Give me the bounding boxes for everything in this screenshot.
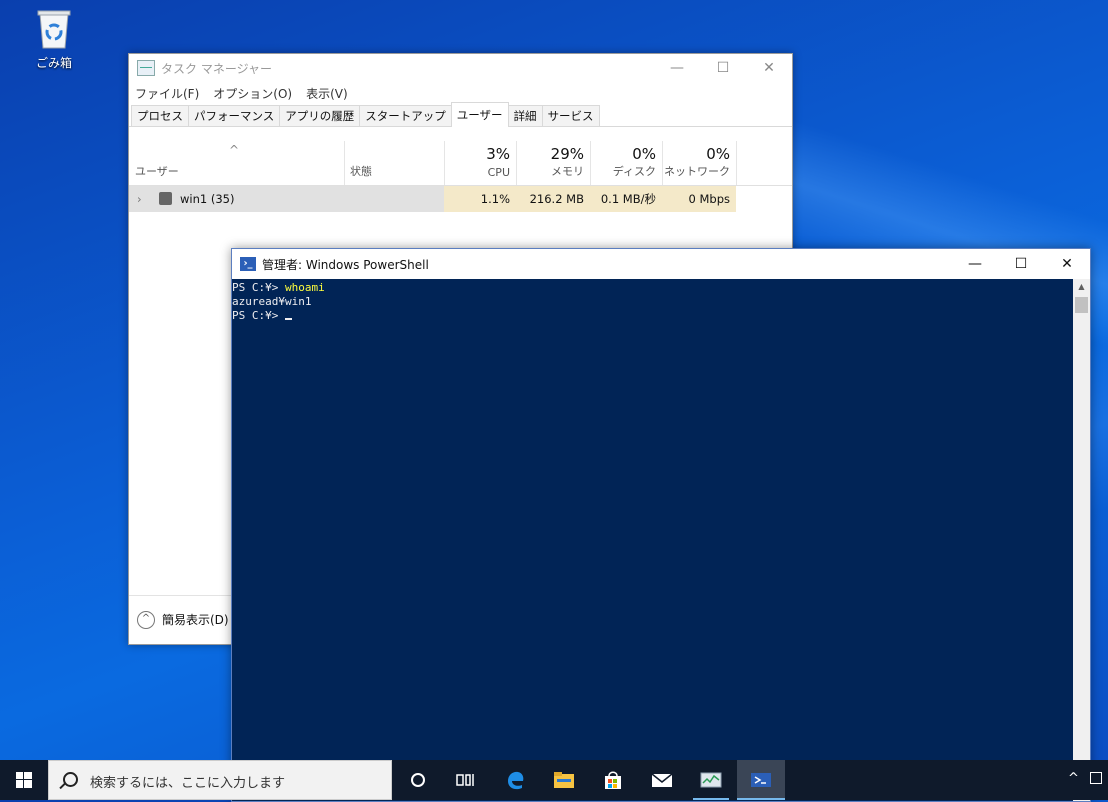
menu-view[interactable]: 表示(V) [306, 85, 348, 102]
network-icon[interactable] [1090, 772, 1102, 784]
store-icon[interactable] [589, 760, 637, 800]
recycle-bin-icon [36, 8, 72, 50]
column-disk[interactable]: 0% ディスク [590, 141, 663, 185]
taskbar: 検索するには、ここに入力します ^ [0, 760, 1108, 800]
scroll-up-arrow-icon[interactable]: ▲ [1073, 279, 1090, 295]
fewer-details-button[interactable]: 簡易表示(D) [162, 611, 229, 628]
maximize-button[interactable]: ☐ [998, 249, 1044, 279]
edge-icon[interactable] [491, 760, 539, 800]
menu-options[interactable]: オプション(O) [213, 85, 292, 102]
column-memory-label: メモリ [551, 165, 584, 178]
user-name: win1 (35) [180, 192, 235, 206]
console-prompt: PS C:¥> [232, 309, 285, 322]
column-user-label: ユーザー [135, 165, 179, 178]
task-manager-tabs: プロセス パフォーマンス アプリの履歴 スタートアップ ユーザー 詳細 サービス [129, 102, 792, 127]
powershell-icon[interactable] [737, 760, 785, 800]
powershell-window[interactable]: ›_ 管理者: Windows PowerShell — ☐ ✕ PS C:¥>… [231, 248, 1091, 802]
close-button[interactable]: ✕ [746, 54, 792, 82]
column-network[interactable]: 0% ネットワーク [662, 141, 737, 185]
tab-users[interactable]: ユーザー [450, 102, 509, 127]
task-manager-title: タスク マネージャー [161, 61, 272, 76]
column-status[interactable]: 状態 [344, 141, 445, 185]
scrollbar-thumb[interactable] [1075, 297, 1088, 313]
minimize-button[interactable]: — [952, 249, 998, 279]
task-manager-app-icon [137, 60, 155, 76]
show-hidden-icons-chevron-icon[interactable]: ^ [1068, 771, 1079, 786]
search-icon [63, 772, 78, 787]
file-explorer-icon[interactable] [540, 760, 588, 800]
expand-chevron-icon[interactable]: › [137, 186, 142, 212]
tab-details[interactable]: 詳細 [507, 105, 543, 126]
search-box[interactable]: 検索するには、ここに入力します [48, 760, 392, 800]
column-disk-label: ディスク [612, 165, 656, 178]
console-scrollbar[interactable]: ▲ [1073, 279, 1090, 801]
user-disk: 0.1 MB/秒 [590, 186, 662, 212]
console-output-line: azuread¥win1 [232, 295, 312, 308]
column-cpu-label: CPU [487, 166, 510, 179]
close-button[interactable]: ✕ [1044, 249, 1090, 279]
system-tray: ^ [1068, 760, 1108, 800]
powershell-title: 管理者: Windows PowerShell [262, 257, 429, 272]
table-row[interactable]: › win1 (35) 1.1% 216.2 MB 0.1 MB/秒 0 Mbp… [129, 186, 736, 212]
start-button[interactable] [0, 760, 48, 800]
console-command: whoami [284, 281, 325, 294]
cortana-icon[interactable] [394, 760, 442, 800]
column-network-label: ネットワーク [664, 165, 730, 178]
column-cpu[interactable]: 3% CPU [444, 141, 517, 185]
recycle-bin-shortcut[interactable]: ごみ箱 [24, 8, 84, 71]
recycle-bin-label: ごみ箱 [35, 56, 72, 70]
menu-file[interactable]: ファイル(F) [135, 85, 199, 102]
task-manager-icon[interactable] [687, 760, 735, 800]
powershell-app-icon: ›_ [240, 257, 256, 271]
column-memory[interactable]: 29% メモリ [516, 141, 591, 185]
task-manager-menubar: ファイル(F) オプション(O) 表示(V) [129, 82, 792, 104]
user-avatar-icon [159, 192, 172, 205]
text-cursor [284, 318, 292, 320]
search-placeholder: 検索するには、ここに入力します [90, 776, 286, 791]
console-prompt: PS C:¥> [232, 281, 285, 294]
user-network: 0 Mbps [662, 186, 736, 212]
tab-processes[interactable]: プロセス [131, 105, 189, 126]
tab-performance[interactable]: パフォーマンス [188, 105, 281, 126]
console-area[interactable]: PS C:¥> whoami azuread¥win1 PS C:¥> [232, 279, 1073, 801]
tab-app-history[interactable]: アプリの履歴 [279, 105, 361, 126]
user-cpu: 1.1% [444, 186, 516, 212]
users-table-header: ^ ユーザー 状態 3% CPU 29% メモリ 0% ディスク 0% ネットワ… [129, 141, 792, 186]
sort-ascending-icon: ^ [229, 143, 240, 157]
mail-icon[interactable] [638, 760, 686, 800]
tab-services[interactable]: サービス [541, 105, 600, 126]
user-memory: 216.2 MB [516, 186, 590, 212]
memory-total: 29% [550, 145, 584, 163]
chevron-up-circle-icon[interactable]: ^ [137, 611, 155, 629]
minimize-button[interactable]: — [654, 54, 700, 82]
column-status-label: 状態 [350, 165, 372, 178]
disk-total: 0% [632, 145, 656, 163]
column-user[interactable]: ^ ユーザー [129, 141, 345, 185]
task-view-icon[interactable] [442, 760, 490, 800]
cpu-total: 3% [486, 145, 510, 163]
console-output: PS C:¥> whoami azuread¥win1 PS C:¥> [232, 281, 325, 323]
maximize-button[interactable]: ☐ [700, 54, 746, 82]
tab-startup[interactable]: スタートアップ [359, 105, 452, 126]
network-total: 0% [706, 145, 730, 163]
windows-logo-icon [16, 772, 32, 788]
